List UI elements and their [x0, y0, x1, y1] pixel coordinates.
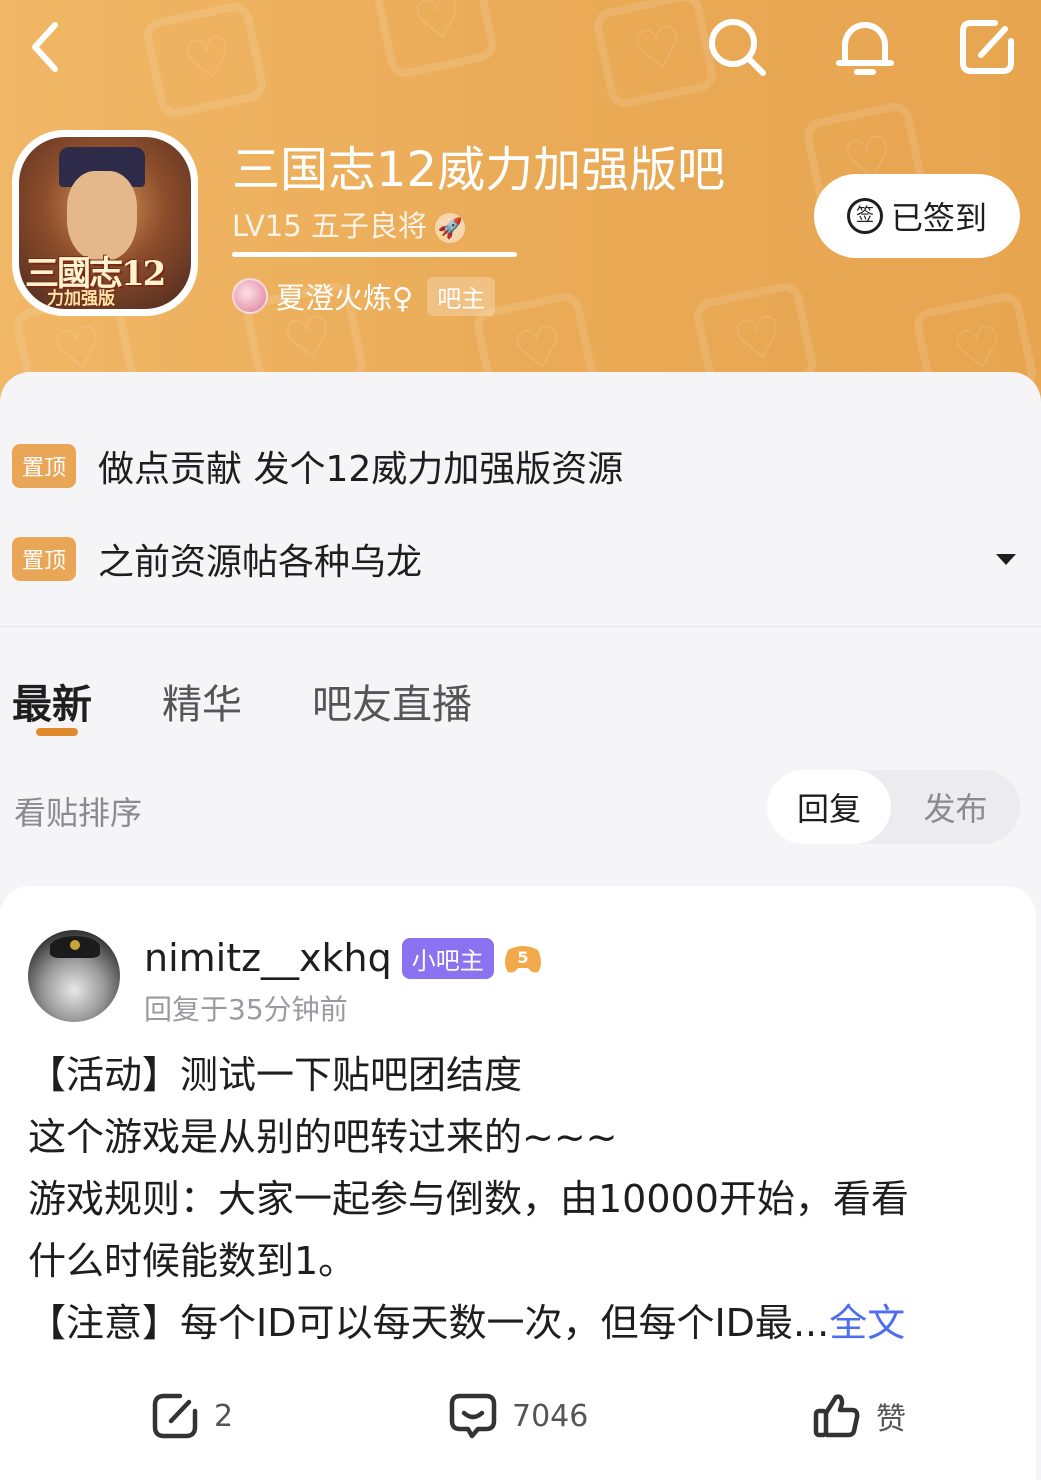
- forum-avatar-image: 三國志12 力加强版: [19, 137, 191, 309]
- forum-header: 三國志12 力加强版 三国志12威力加强版吧 LV15 五子良将🚀 夏澄火炼♀ …: [0, 0, 1041, 420]
- pinned-post-title: 之前资源帖各种乌龙: [98, 542, 423, 583]
- back-button[interactable]: [10, 12, 80, 82]
- forum-avatar[interactable]: 三國志12 力加强版: [12, 130, 198, 316]
- divider: [0, 626, 1041, 627]
- post-line-last: 【注意】每个ID可以每天数一次，但每个ID最...全文: [28, 1292, 1008, 1354]
- share-action[interactable]: 2: [150, 1386, 233, 1446]
- svg-text:5: 5: [517, 948, 528, 967]
- author-avatar[interactable]: [28, 930, 120, 1022]
- tab-latest[interactable]: 最新: [12, 672, 92, 730]
- post-content[interactable]: 【活动】测试一下贴吧团结度 这个游戏是从别的吧转过来的~~~ 游戏规则：大家一起…: [28, 1044, 1008, 1354]
- pinned-post-title: 做点贡献 发个12威力加强版资源: [98, 449, 624, 490]
- post-author-name[interactable]: nimitz__xkhq: [144, 936, 392, 980]
- sort-label: 看贴排序: [14, 794, 143, 832]
- notification-button[interactable]: [830, 12, 900, 82]
- search-button[interactable]: [702, 12, 772, 82]
- post-line: 【活动】测试一下贴吧团结度: [28, 1053, 523, 1097]
- moderator-tag: 小吧主: [401, 937, 494, 979]
- sign-in-icon: 签: [846, 198, 883, 234]
- avatar-logo-subtext: 力加强版: [47, 289, 115, 309]
- read-full-link[interactable]: 全文: [829, 1301, 905, 1345]
- share-count: 2: [214, 1398, 234, 1434]
- background-heart-decoration: [140, 0, 270, 121]
- search-icon: [709, 19, 766, 76]
- sort-by-reply[interactable]: 回复: [767, 770, 891, 844]
- like-label: 赞: [876, 1402, 906, 1437]
- rocket-icon: 🚀: [434, 213, 465, 243]
- post-line: 【注意】每个ID可以每天数一次，但每个ID最...: [28, 1301, 830, 1345]
- post-line: 这个游戏是从别的吧转过来的~~~: [28, 1115, 618, 1159]
- back-arrow-icon: [32, 22, 58, 72]
- post-time: 回复于35分钟前: [144, 993, 348, 1026]
- pinned-tag: 置顶: [12, 537, 77, 581]
- tab-featured[interactable]: 精华: [162, 672, 242, 730]
- background-heart-decoration: [590, 0, 720, 111]
- admin-tag: 吧主: [427, 276, 496, 316]
- admin-avatar: [232, 278, 268, 314]
- avatar-badge-shape: [70, 940, 80, 950]
- sort-by-publish[interactable]: 发布: [891, 770, 1020, 844]
- share-icon: [960, 20, 1014, 74]
- pinned-post[interactable]: 置顶 之前资源帖各种乌龙: [12, 533, 1022, 585]
- gamepad-badge-icon: 5: [502, 940, 544, 976]
- background-heart-decoration: [370, 0, 500, 81]
- signed-in-button[interactable]: 签 已签到: [814, 174, 1020, 258]
- sort-toggle[interactable]: 回复 发布: [767, 770, 1020, 844]
- post-line: 什么时候能数到1。: [28, 1239, 357, 1283]
- admin-name: 夏澄火炼♀: [276, 281, 414, 315]
- pinned-tag: 置顶: [12, 444, 77, 488]
- forum-title: 三国志12威力加强版吧: [232, 142, 726, 198]
- share-icon: [152, 1393, 198, 1439]
- level-progress-fill: [232, 252, 517, 257]
- forum-admin[interactable]: 夏澄火炼♀ 吧主: [232, 275, 496, 317]
- comment-icon: [449, 1393, 497, 1439]
- level-progress-bar: [232, 252, 517, 257]
- comment-count: 7046: [512, 1398, 589, 1434]
- user-level[interactable]: LV15 五子良将 🚀: [232, 203, 465, 245]
- share-button[interactable]: [952, 12, 1022, 82]
- post-author-row: nimitz__xkhq 小吧主 5: [144, 936, 544, 980]
- post-line: 游戏规则：大家一起参与倒数，由10000开始，看看: [28, 1177, 909, 1221]
- active-tab-indicator: [36, 728, 78, 736]
- comment-action[interactable]: 7046: [448, 1386, 588, 1446]
- like-action[interactable]: 赞: [812, 1386, 906, 1446]
- signed-in-label: 已签到: [890, 199, 987, 237]
- expand-arrow-icon[interactable]: [996, 553, 1016, 565]
- bell-icon: [836, 22, 894, 75]
- user-level-text: LV15 五子良将: [232, 209, 427, 243]
- tab-live[interactable]: 吧友直播: [312, 672, 472, 730]
- pinned-post[interactable]: 置顶 做点贡献 发个12威力加强版资源: [12, 440, 1022, 492]
- thumbs-up-icon: [813, 1394, 860, 1438]
